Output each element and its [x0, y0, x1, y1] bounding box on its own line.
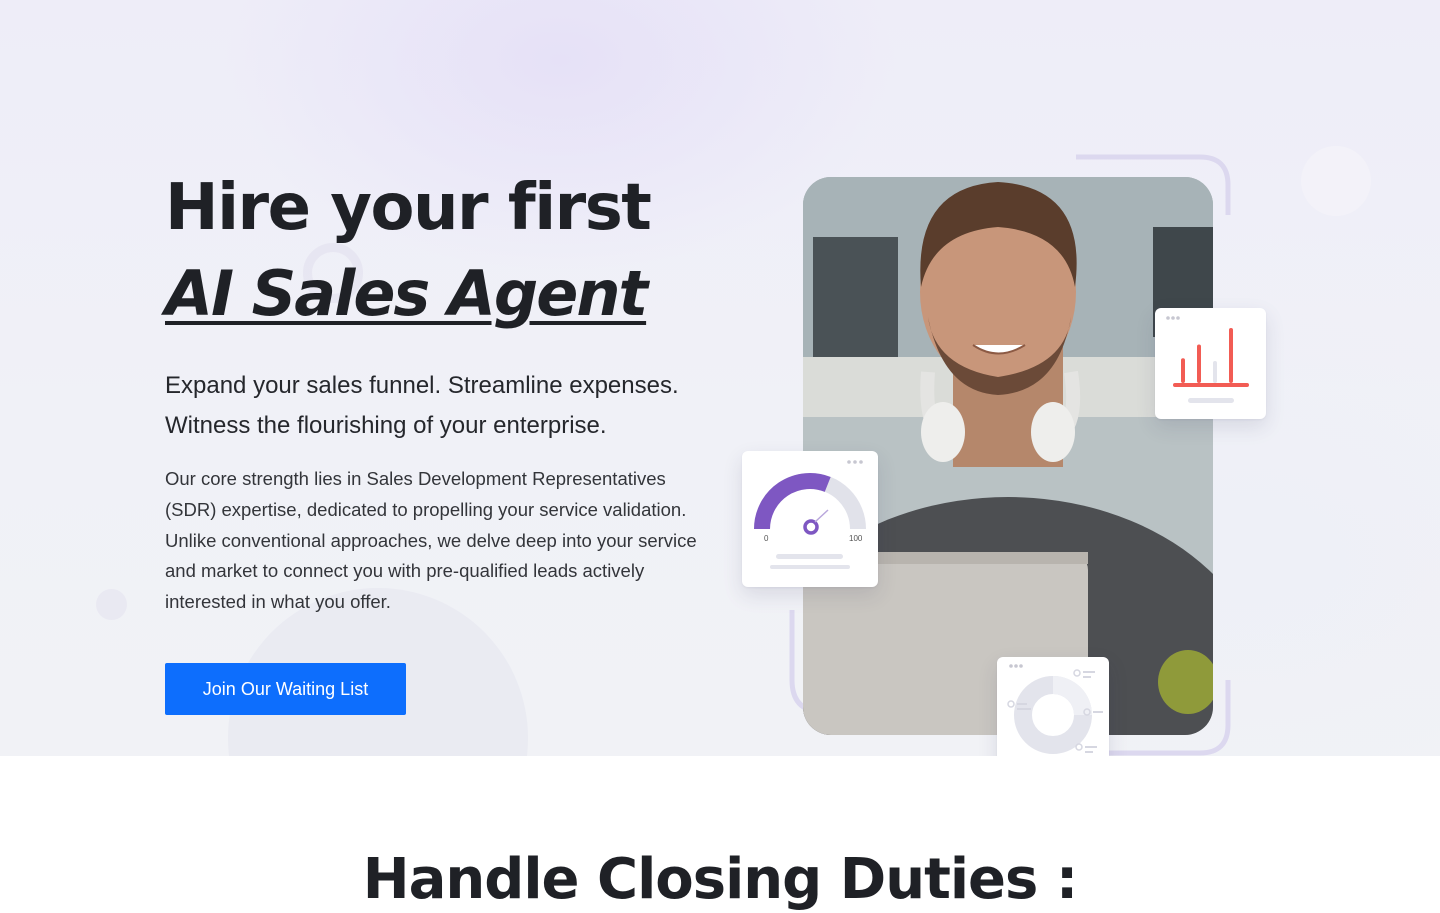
bar-mark: [1213, 361, 1217, 383]
bar-chart-card: [1155, 308, 1266, 419]
gauge-max-label: 100: [849, 534, 863, 543]
hero-subtitle: Expand your sales funnel. Streamline exp…: [165, 372, 679, 439]
gauge-card: 0 100: [742, 451, 878, 587]
hero-title-highlight: AI Sales Agent: [165, 257, 648, 330]
bar-mark: [1197, 344, 1201, 383]
hero-description: Our core strength lies in Sales Developm…: [165, 468, 697, 613]
gauge-min-label: 0: [764, 534, 769, 543]
hero-title: Hire your first: [165, 171, 652, 245]
hero-section: Hire your first AI Sales Agent Expand yo…: [0, 0, 1440, 756]
gauge-icon: 0 100: [754, 460, 866, 569]
join-waiting-list-button[interactable]: Join Our Waiting List: [165, 663, 406, 715]
section-title: Handle Closing Duties :: [362, 847, 1079, 912]
donut-chart-card: [997, 657, 1109, 756]
bar-mark: [1229, 328, 1233, 383]
decorative-circle: [96, 589, 127, 620]
decorative-circle: [1301, 146, 1371, 216]
donut-chart-icon: [1007, 664, 1103, 754]
bar-chart-icon: [1166, 316, 1249, 403]
bar-mark: [1181, 358, 1185, 383]
